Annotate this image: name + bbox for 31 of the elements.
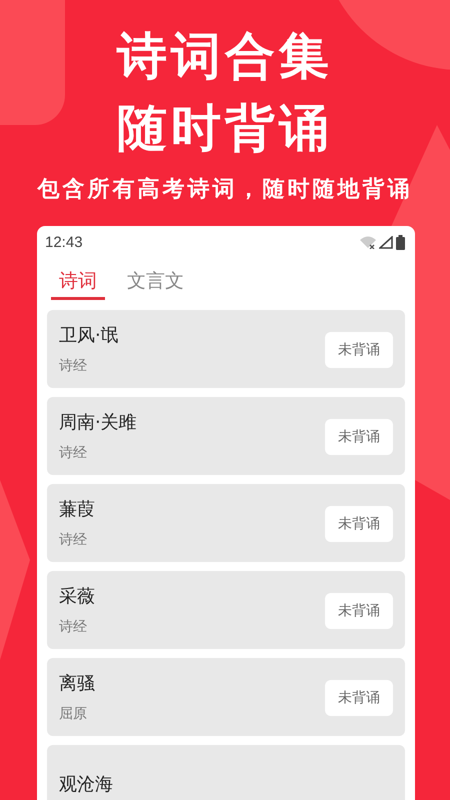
poem-author: 诗经 — [59, 357, 88, 375]
poem-title: 卫风·氓 — [59, 324, 119, 347]
poem-card[interactable]: 卫风·氓 诗经 未背诵 — [47, 310, 405, 388]
wifi-off-icon — [360, 236, 376, 248]
battery-icon — [396, 234, 405, 250]
poem-title: 观沧海 — [59, 773, 113, 796]
poem-title: 蒹葭 — [59, 498, 95, 521]
poem-author: 屈原 — [59, 705, 88, 723]
recite-status-button[interactable]: 未背诵 — [325, 506, 393, 542]
tab[interactable]: 文言文 — [119, 260, 192, 300]
poem-author: 诗经 — [59, 531, 88, 549]
poem-title: 离骚 — [59, 672, 95, 695]
recite-status-button[interactable]: 未背诵 — [325, 593, 393, 629]
headline: 随时背诵 — [117, 98, 333, 159]
tab[interactable]: 诗词 — [51, 260, 105, 300]
poem-title: 周南·关雎 — [59, 411, 137, 434]
poem-card[interactable]: 观沧海 — [47, 745, 405, 800]
headline: 诗词合集 — [117, 26, 333, 87]
poem-author: 诗经 — [59, 444, 88, 462]
poem-author: 诗经 — [59, 618, 88, 636]
recite-status-button[interactable]: 未背诵 — [325, 332, 393, 368]
subtitle: 包含所有高考诗词，随时随地背诵 — [38, 176, 412, 204]
status-time: 12:43 — [45, 234, 83, 250]
poem-card[interactable]: 采薇 诗经 未背诵 — [47, 571, 405, 649]
poem-card[interactable]: 离骚 屈原 未背诵 — [47, 658, 405, 736]
poem-card[interactable]: 蒹葭 诗经 未背诵 — [47, 484, 405, 562]
signal-icon — [379, 236, 393, 248]
poem-title: 采薇 — [59, 585, 95, 608]
recite-status-button[interactable]: 未背诵 — [325, 680, 393, 716]
poem-card[interactable]: 周南·关雎 诗经 未背诵 — [47, 397, 405, 475]
recite-status-button[interactable]: 未背诵 — [325, 419, 393, 455]
